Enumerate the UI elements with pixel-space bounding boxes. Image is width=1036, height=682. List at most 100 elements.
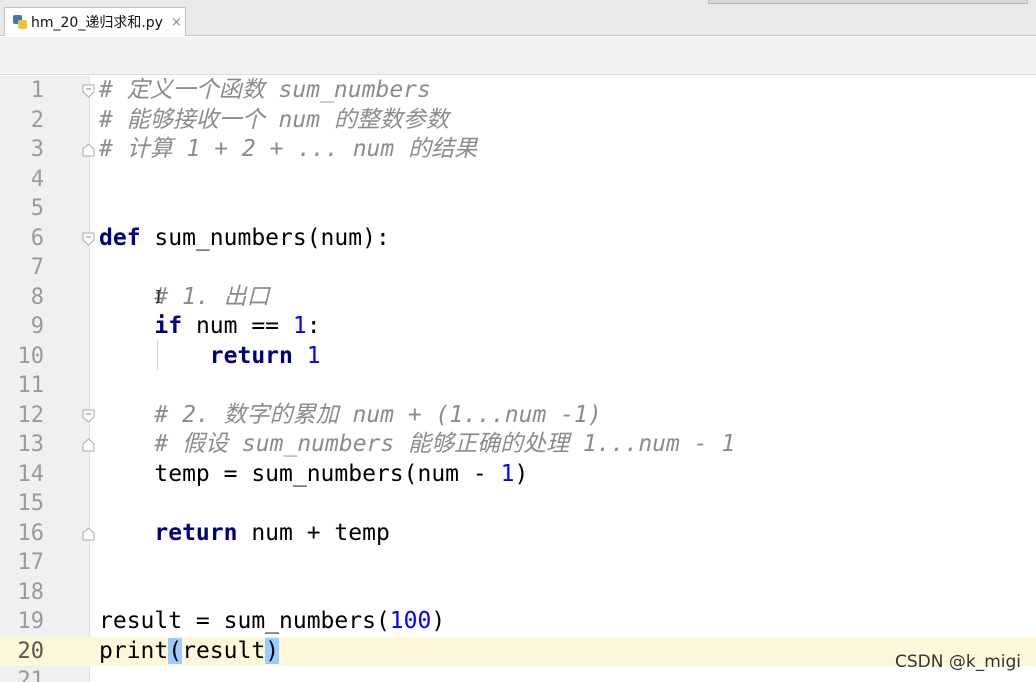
matched-paren: (	[168, 637, 183, 664]
code-text[interactable]: temp = sum_numbers(num - 1)	[99, 460, 528, 490]
close-icon[interactable]: ×	[171, 15, 182, 30]
code-line[interactable]: 18	[0, 578, 1036, 608]
line-number: 20	[17, 638, 45, 664]
code-text[interactable]: # 计算 1 + 2 + ... num 的结果	[99, 135, 477, 165]
code-line[interactable]: 14 temp = sum_numbers(num - 1)	[0, 460, 1036, 490]
code-text[interactable]: return num + temp	[99, 519, 390, 549]
code-line[interactable]: 10 return 1	[0, 342, 1036, 372]
comment-token: # 2. 数字的累加 num + (1...num -1)	[154, 401, 602, 428]
code-line[interactable]: 13 # 假设 sum_numbers 能够正确的处理 1...num - 1	[0, 430, 1036, 460]
line-number: 17	[17, 550, 45, 575]
code-token: num ==	[182, 313, 293, 339]
fold-open-icon[interactable]	[82, 84, 95, 98]
line-number: 2	[30, 107, 44, 133]
code-line[interactable]: 15	[0, 489, 1036, 519]
code-token: :	[306, 313, 321, 339]
code-line[interactable]: 3 # 计算 1 + 2 + ... num 的结果	[0, 135, 1036, 165]
line-number: 11	[17, 373, 45, 398]
code-line[interactable]: 19 result = sum_numbers(100)	[0, 607, 1036, 637]
line-number: 3	[30, 137, 44, 162]
comment-token: # 能够接收一个 num 的整数参数	[99, 106, 449, 133]
fold-end-icon[interactable]	[82, 438, 95, 452]
code-text[interactable]: # 假设 sum_numbers 能够正确的处理 1...num - 1	[99, 430, 735, 460]
code-line[interactable]: 7	[0, 253, 1036, 283]
code-line[interactable]: 16 return num + temp	[0, 519, 1036, 549]
code-line[interactable]: 2 # 能够接收一个 num 的整数参数	[0, 106, 1036, 136]
keyword-token: def	[99, 224, 141, 251]
line-number: 6	[30, 225, 44, 251]
number-token: 1	[306, 342, 321, 369]
code-text[interactable]: return 1	[99, 342, 321, 372]
line-number: 10	[17, 343, 45, 369]
code-line[interactable]: 1 # 定义一个函数 sum_numbers	[0, 76, 1036, 106]
line-number: 5	[30, 196, 44, 221]
code-line[interactable]: 17	[0, 548, 1036, 578]
code-line[interactable]: 21	[0, 666, 1036, 682]
file-tab-title: hm_20_递归求和.py	[31, 15, 163, 31]
code-token: result = sum_numbers(	[99, 608, 390, 634]
line-number: 12	[17, 402, 45, 428]
watermark: CSDN @k_migi	[895, 652, 1022, 672]
code-text[interactable]: result = sum_numbers(100)	[99, 607, 445, 637]
line-number: 18	[17, 579, 45, 605]
code-line[interactable]: 6 def sum_numbers(num):	[0, 224, 1036, 254]
code-text[interactable]: # 定义一个函数 sum_numbers	[99, 76, 431, 106]
code-line[interactable]: 9 if num == 1:	[0, 312, 1036, 342]
number-token: 100	[389, 608, 432, 634]
code-text[interactable]: if num == 1:	[99, 312, 321, 342]
code-text[interactable]: # 1. 出口	[99, 283, 270, 313]
line-number: 14	[17, 461, 45, 487]
breadcrumb-bar	[0, 37, 1036, 75]
code-line[interactable]: 5	[0, 194, 1036, 224]
code-line[interactable]: 4	[0, 165, 1036, 195]
code-text[interactable]: # 能够接收一个 num 的整数参数	[99, 106, 449, 136]
line-number: 13	[17, 432, 45, 457]
line-number: 21	[17, 668, 45, 682]
comment-token: # 计算 1 + 2 + ... num 的结果	[99, 136, 478, 162]
code-token: )	[431, 608, 446, 634]
line-number: 9	[30, 314, 44, 339]
line-number: 7	[30, 255, 44, 280]
python-file-icon	[13, 15, 27, 29]
code-text[interactable]: print(result)	[99, 637, 280, 667]
code-token: sum_numbers(num):	[140, 224, 390, 251]
toolbar-edge	[708, 0, 1028, 4]
line-number: 8	[30, 284, 44, 310]
indent-guide	[157, 340, 158, 370]
comment-token: # 1. 出口	[154, 283, 270, 310]
comment-token: # 假设 sum_numbers 能够正确的处理 1...num - 1	[154, 431, 736, 457]
file-tab[interactable]: hm_20_递归求和.py ×	[4, 7, 186, 36]
code-text[interactable]: # 2. 数字的累加 num + (1...num -1)	[99, 401, 602, 431]
fold-end-icon[interactable]	[82, 143, 95, 157]
line-number: 4	[30, 166, 44, 192]
line-number: 1	[30, 78, 44, 103]
line-number: 16	[17, 520, 45, 546]
code-line[interactable]: 12 # 2. 数字的累加 num + (1...num -1)	[0, 401, 1036, 431]
code-token: )	[514, 460, 529, 487]
code-token: num + temp	[237, 519, 390, 546]
editor-tab-bar: hm_20_递归求和.py ×	[0, 0, 1036, 36]
keyword-token: return	[154, 519, 238, 546]
code-token: result	[182, 637, 266, 664]
keyword-token: return	[209, 342, 293, 369]
comment-token: # 定义一个函数 sum_numbers	[99, 77, 431, 103]
number-token: 1	[292, 313, 307, 339]
line-number: 19	[17, 609, 45, 634]
code-token: temp = sum_numbers(num -	[99, 460, 501, 487]
code-line[interactable]: 11	[0, 371, 1036, 401]
fold-open-icon[interactable]	[82, 232, 95, 246]
code-text[interactable]: def sum_numbers(num):	[99, 224, 390, 254]
code-line[interactable]: 20 print(result)	[0, 636, 1036, 667]
code-editor[interactable]: 1 # 定义一个函数 sum_numbers 2 # 能够接收一个 num 的整数参数…	[0, 76, 1036, 682]
text-cursor-icon: I	[155, 287, 163, 308]
fold-open-icon[interactable]	[82, 409, 95, 423]
keyword-token: if	[154, 313, 183, 339]
fold-end-icon[interactable]	[82, 526, 95, 541]
